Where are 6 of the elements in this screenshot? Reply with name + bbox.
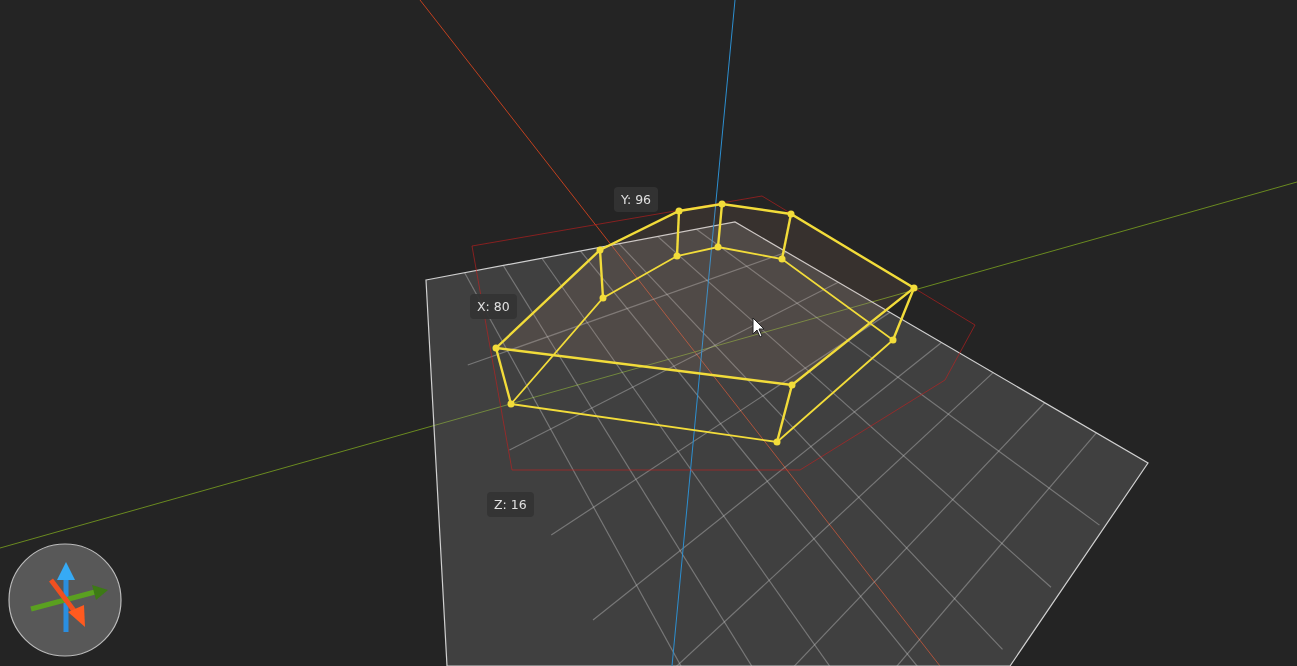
axis-gizmo-drawing[interactable] <box>8 543 122 657</box>
cursor-icon <box>752 317 765 338</box>
dimension-label: X: 80 <box>470 294 517 319</box>
3d-viewport[interactable]: Y: 96 X: 80 Z: 16 <box>0 0 1297 666</box>
dimension-label: Y: 96 <box>614 187 659 212</box>
dimension-label: Z: 16 <box>487 492 534 517</box>
